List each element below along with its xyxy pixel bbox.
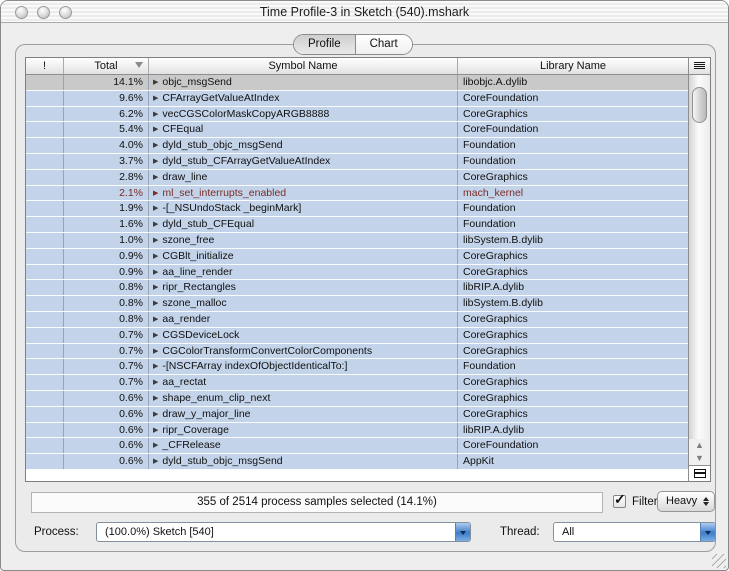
table-row[interactable]: 2.1% ▶ ml_set_interrupts_enabled mach_ker… — [26, 185, 688, 202]
disclosure-triangle-icon[interactable]: ▶ — [153, 316, 158, 323]
disclosure-triangle-icon[interactable]: ▶ — [153, 269, 158, 276]
table-row[interactable]: 0.6% ▶ dyld_stub_objc_msgSend AppKit — [26, 454, 688, 470]
checkmark-icon: ✓ — [614, 491, 626, 507]
disclosure-triangle-icon[interactable]: ▶ — [153, 458, 158, 465]
sort-descending-icon — [135, 62, 143, 68]
table-row[interactable]: 14.1% ▶ objc_msgSend libobjc.A.dylib — [26, 75, 688, 91]
table-row[interactable]: 0.7% ▶ aa_rectat CoreGraphics — [26, 375, 688, 391]
disclosure-triangle-icon[interactable]: ▶ — [153, 363, 158, 370]
scroll-down-icon[interactable]: ▼ — [689, 452, 710, 465]
splitter-button[interactable] — [689, 465, 710, 481]
disclosure-triangle-icon[interactable]: ▶ — [153, 126, 158, 133]
filter-checkbox[interactable]: ✓ — [613, 491, 626, 508]
disclosure-triangle-icon[interactable]: ▶ — [153, 348, 158, 355]
column-header-exclamation[interactable]: ! — [26, 58, 64, 74]
dropdown-button-icon[interactable] — [455, 523, 470, 541]
disclosure-triangle-icon[interactable]: ▶ — [153, 284, 158, 291]
table-row[interactable]: 0.9% ▶ aa_line_render CoreGraphics — [26, 264, 688, 281]
stepper-icon — [700, 493, 712, 510]
disclosure-triangle-icon[interactable]: ▶ — [153, 142, 158, 149]
table-row[interactable]: 6.2% ▶ vecCGSColorMaskCopyARGB8888 CoreGr… — [26, 106, 688, 123]
column-options-button[interactable] — [689, 58, 710, 75]
filter-label: Filter — [632, 496, 658, 508]
app-window: Time Profile-3 in Sketch (540).mshark Pr… — [0, 0, 729, 571]
dropdown-button-icon[interactable] — [700, 523, 715, 541]
profile-table: ! Total Symbol Name Library Name 14.1% ▶… — [25, 57, 711, 482]
table-row[interactable]: 0.9% ▶ CGBlt_initialize CoreGraphics — [26, 248, 688, 265]
disclosure-triangle-icon[interactable]: ▶ — [153, 205, 158, 212]
scrollbar-thumb[interactable] — [692, 87, 707, 123]
table-row[interactable]: 0.6% ▶ shape_enum_clip_next CoreGraphics — [26, 390, 688, 407]
view-mode-popup[interactable]: Heavy — [657, 491, 715, 512]
table-row[interactable]: 0.7% ▶ -[NSCFArray indexOfObjectIdentical… — [26, 359, 688, 376]
disclosure-triangle-icon[interactable]: ▶ — [153, 95, 158, 102]
table-row[interactable]: 2.8% ▶ draw_line CoreGraphics — [26, 169, 688, 186]
table-row[interactable]: 9.6% ▶ CFArrayGetValueAtIndex CoreFoundat… — [26, 90, 688, 107]
disclosure-triangle-icon[interactable]: ▶ — [153, 111, 158, 118]
column-header-total[interactable]: Total — [64, 58, 149, 74]
table-header: ! Total Symbol Name Library Name — [26, 58, 688, 75]
table-row[interactable]: 0.7% ▶ CGSDeviceLock CoreGraphics — [26, 327, 688, 344]
disclosure-triangle-icon[interactable]: ▶ — [153, 237, 158, 244]
table-row[interactable]: 0.7% ▶ CGColorTransformConvertColorCompon… — [26, 343, 688, 360]
table-row[interactable]: 5.4% ▶ CFEqual CoreFoundation — [26, 122, 688, 139]
table-row[interactable]: 0.8% ▶ aa_render CoreGraphics — [26, 311, 688, 328]
process-label: Process: — [34, 526, 79, 538]
disclosure-triangle-icon[interactable]: ▶ — [153, 411, 158, 418]
process-value: (100.0%) Sketch [540] — [105, 526, 214, 538]
titlebar[interactable]: Time Profile-3 in Sketch (540).mshark — [1, 1, 728, 23]
status-bar: 355 of 2514 process samples selected (14… — [31, 492, 603, 513]
scrollbar-track[interactable] — [689, 75, 710, 439]
table-row[interactable]: 0.6% ▶ _CFRelease CoreFoundation — [26, 438, 688, 455]
column-header-library-name[interactable]: Library Name — [458, 58, 688, 74]
table-row[interactable]: 0.8% ▶ ripr_Rectangles libRIP.A.dylib — [26, 280, 688, 297]
disclosure-triangle-icon[interactable]: ▶ — [153, 332, 158, 339]
table-row[interactable]: 0.6% ▶ ripr_Coverage libRIP.A.dylib — [26, 422, 688, 439]
tab-profile[interactable]: Profile — [294, 35, 355, 54]
thread-value: All — [562, 526, 575, 538]
scroll-up-icon[interactable]: ▲ — [689, 439, 710, 452]
table-row[interactable]: 0.6% ▶ draw_y_major_line CoreGraphics — [26, 406, 688, 423]
disclosure-triangle-icon[interactable]: ▶ — [153, 300, 158, 307]
resize-grip[interactable] — [712, 554, 726, 568]
table-body: 14.1% ▶ objc_msgSend libobjc.A.dylib 9.6%… — [26, 75, 688, 470]
disclosure-triangle-icon[interactable]: ▶ — [153, 158, 158, 165]
column-header-symbol-name[interactable]: Symbol Name — [149, 58, 458, 74]
tab-chart[interactable]: Chart — [354, 35, 412, 54]
disclosure-triangle-icon[interactable]: ▶ — [153, 427, 158, 434]
view-mode-value: Heavy — [666, 495, 698, 507]
table-row[interactable]: 0.8% ▶ szone_malloc libSystem.B.dylib — [26, 296, 688, 312]
window-title: Time Profile-3 in Sketch (540).mshark — [259, 5, 470, 19]
disclosure-triangle-icon[interactable]: ▶ — [153, 190, 158, 197]
thread-label: Thread: — [500, 526, 540, 538]
table-row[interactable]: 1.6% ▶ dyld_stub_CFEqual Foundation — [26, 217, 688, 233]
disclosure-triangle-icon[interactable]: ▶ — [153, 442, 158, 449]
disclosure-triangle-icon[interactable]: ▶ — [153, 379, 158, 386]
process-dropdown[interactable]: (100.0%) Sketch [540] — [96, 522, 471, 542]
vertical-scrollbar[interactable]: ▲ ▼ — [688, 58, 710, 481]
disclosure-triangle-icon[interactable]: ▶ — [153, 395, 158, 402]
disclosure-triangle-icon[interactable]: ▶ — [153, 253, 158, 260]
thread-dropdown[interactable]: All — [553, 522, 716, 542]
table-row[interactable]: 4.0% ▶ dyld_stub_objc_msgSend Foundation — [26, 138, 688, 154]
disclosure-triangle-icon[interactable]: ▶ — [153, 79, 158, 86]
view-tabs: Profile Chart — [293, 34, 413, 55]
table-row[interactable]: 3.7% ▶ dyld_stub_CFArrayGetValueAtIndex F… — [26, 153, 688, 170]
scrollbar-arrows: ▲ ▼ — [689, 439, 710, 465]
split-pane-icon — [693, 469, 706, 478]
list-icon — [694, 62, 705, 70]
table-row[interactable]: 1.0% ▶ szone_free libSystem.B.dylib — [26, 232, 688, 249]
table-row[interactable]: 1.9% ▶ -[_NSUndoStack _beginMark] Foundat… — [26, 201, 688, 218]
disclosure-triangle-icon[interactable]: ▶ — [153, 221, 158, 228]
disclosure-triangle-icon[interactable]: ▶ — [153, 174, 158, 181]
